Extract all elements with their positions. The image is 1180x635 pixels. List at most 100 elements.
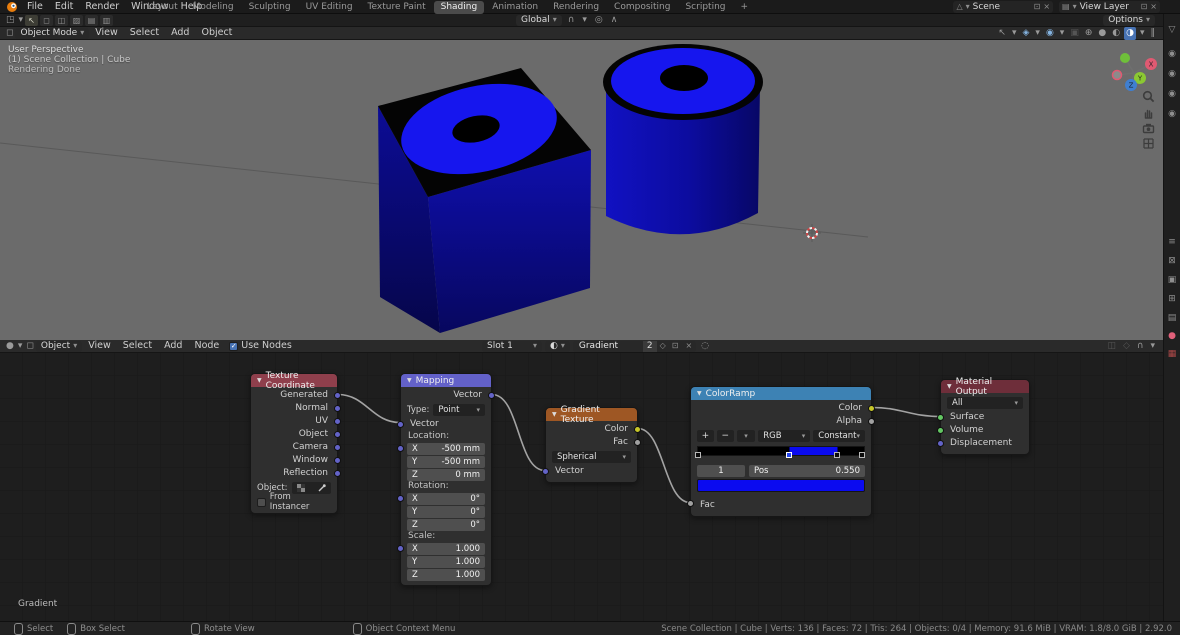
cylinder-object[interactable] — [603, 44, 763, 234]
scene-selector[interactable]: △ ▾ Scene ⊡ × — [953, 1, 1053, 13]
gizmo-y-label[interactable]: Y — [1137, 75, 1143, 83]
shader-editor-type-icon[interactable]: ● — [4, 340, 16, 353]
socket-alpha-out[interactable] — [868, 418, 875, 425]
scale-x-field[interactable]: X1.000 — [407, 543, 485, 555]
tab-scripting[interactable]: Scripting — [678, 1, 732, 14]
proportional-editing-icon[interactable]: ◎ — [593, 14, 605, 27]
shading-material-icon[interactable]: ◐ — [1110, 27, 1122, 40]
overlays-icon[interactable]: ◉ — [1044, 27, 1056, 40]
location-y-field[interactable]: Y-500 mm — [407, 456, 485, 468]
use-nodes-checkbox[interactable]: ✓ — [229, 342, 238, 351]
socket-volume-in[interactable] — [937, 427, 944, 434]
material-name-input[interactable]: Gradient — [573, 341, 643, 351]
socket-vector-out[interactable] — [488, 392, 495, 399]
tool-tab-icon[interactable]: ⊠ — [1164, 255, 1180, 267]
tab-layout[interactable]: Layout — [140, 1, 185, 14]
zoom-view-icon[interactable] — [1141, 89, 1156, 104]
viewport-scene[interactable] — [0, 40, 1163, 340]
collapse-icon[interactable]: ▼ — [257, 377, 262, 384]
outliner-filter-icon[interactable]: ▽ — [1164, 24, 1180, 36]
socket-reflection[interactable] — [334, 470, 341, 477]
ne-menu-select[interactable]: Select — [117, 339, 158, 353]
tool-icon-3[interactable]: ▨ — [70, 15, 83, 26]
vp-menu-object[interactable]: Object — [195, 26, 238, 40]
ramp-stop[interactable] — [786, 452, 792, 458]
transform-orientation-dropdown[interactable]: Global▾ — [516, 15, 562, 26]
ne-menu-node[interactable]: Node — [188, 339, 225, 353]
tab-modeling[interactable]: Modeling — [186, 1, 241, 14]
snap-node-icon[interactable]: ◫ — [1105, 340, 1118, 353]
location-z-field[interactable]: Z0 mm — [407, 469, 485, 481]
browse-material-dropdown[interactable]: ◐▾ — [545, 341, 570, 352]
material-tab-icon[interactable]: ● — [1164, 330, 1180, 342]
material-users-count[interactable]: 2 — [643, 341, 657, 352]
node-mapping[interactable]: ▼ Mapping Vector Type: Point▾ Vector Loc… — [400, 373, 492, 586]
gizmo-x-label[interactable]: X — [1149, 61, 1154, 69]
collapse-icon[interactable]: ▼ — [947, 383, 952, 390]
socket-window[interactable] — [334, 457, 341, 464]
socket-fac-out[interactable] — [634, 439, 641, 446]
new-layer-icon[interactable]: ⊡ — [1141, 1, 1148, 13]
new-material-icon[interactable]: ⊡ — [669, 340, 682, 352]
eyedropper-icon[interactable] — [318, 484, 326, 492]
vp-menu-view[interactable]: View — [89, 26, 124, 40]
interpolation-dropdown[interactable]: Constant▾ — [813, 430, 865, 442]
cube-object[interactable] — [378, 68, 591, 333]
tab-shading[interactable]: Shading — [434, 1, 485, 14]
chevron-down-icon[interactable]: ▾ — [1058, 27, 1067, 40]
node-colorramp[interactable]: ▼ ColorRamp Color Alpha + − ▾ RGB▾ Const… — [690, 386, 872, 517]
close-icon[interactable]: × — [1043, 1, 1050, 13]
tab-sculpting[interactable]: Sculpting — [242, 1, 298, 14]
chevron-down-icon[interactable]: ▾ — [580, 14, 589, 27]
chevron-down-icon[interactable]: ▾ — [1148, 340, 1157, 353]
output-tab-icon[interactable]: ⊞ — [1164, 293, 1180, 305]
tool-icon-2[interactable]: ◫ — [55, 15, 68, 26]
socket-fac-in[interactable] — [687, 500, 694, 507]
shading-wireframe-icon[interactable]: ⊕ — [1083, 27, 1095, 40]
tab-uv-editing[interactable]: UV Editing — [299, 1, 360, 14]
falloff-icon[interactable]: ∧ — [609, 14, 620, 27]
socket-vector-in[interactable] — [542, 468, 549, 475]
socket-color-out[interactable] — [868, 405, 875, 412]
socket-location-in[interactable] — [397, 445, 404, 452]
rotation-x-field[interactable]: X0° — [407, 493, 485, 505]
socket-vector-in[interactable] — [397, 421, 404, 428]
tool-icon-1[interactable]: ◻ — [40, 15, 53, 26]
collapse-icon[interactable]: ▼ — [552, 411, 557, 418]
mapping-type-dropdown[interactable]: Point▾ — [433, 404, 485, 416]
ne-menu-view[interactable]: View — [82, 339, 117, 353]
menu-file[interactable]: File — [21, 0, 49, 14]
vp-menu-select[interactable]: Select — [124, 26, 165, 40]
render-tab-icon[interactable]: ▣ — [1164, 274, 1180, 286]
node-header[interactable]: ▼ ColorRamp — [691, 387, 871, 400]
view-layer-selector[interactable]: ▤ ▾ View Layer ⊡ × — [1059, 1, 1160, 13]
tool-icon-4[interactable]: ▤ — [85, 15, 98, 26]
socket-generated[interactable] — [334, 392, 341, 399]
color-mode-dropdown[interactable]: RGB▾ — [758, 430, 810, 442]
camera-view-icon[interactable] — [1141, 121, 1156, 136]
chevron-down-icon[interactable]: ▾ — [1138, 27, 1147, 40]
rotation-z-field[interactable]: Z0° — [407, 519, 485, 531]
eye-icon[interactable]: ◉ — [1164, 48, 1180, 60]
add-workspace-button[interactable]: + — [734, 1, 756, 14]
remove-stop-button[interactable]: − — [717, 430, 734, 442]
gradient-type-dropdown[interactable]: Spherical▾ — [552, 451, 631, 463]
chevron-down-icon[interactable]: ▾ — [1033, 27, 1042, 40]
shading-solid-icon[interactable]: ● — [1096, 27, 1108, 40]
scale-z-field[interactable]: Z1.000 — [407, 569, 485, 581]
view-layer-tab-icon[interactable]: ▤ — [1164, 312, 1180, 324]
socket-scale-in[interactable] — [397, 545, 404, 552]
socket-uv[interactable] — [334, 418, 341, 425]
snap-magnet-icon[interactable]: ∩ — [566, 14, 577, 27]
node-header[interactable]: ▼ Material Output — [941, 380, 1029, 393]
shading-rendered-icon[interactable]: ◑ — [1124, 27, 1136, 40]
ramp-stop[interactable] — [834, 452, 840, 458]
unlink-material-icon[interactable]: × — [681, 340, 696, 352]
selectability-icon[interactable]: ↖ — [996, 27, 1008, 40]
ramp-specials-dropdown[interactable]: ▾ — [737, 430, 756, 442]
node-gradient-texture[interactable]: ▼ Gradient Texture Color Fac Spherical▾ … — [545, 407, 638, 483]
socket-displacement-in[interactable] — [937, 440, 944, 447]
node-material-output[interactable]: ▼ Material Output All▾ Surface Volume Di… — [940, 379, 1030, 455]
chevron-down-icon[interactable]: ▾ — [17, 14, 26, 27]
socket-color-out[interactable] — [634, 426, 641, 433]
